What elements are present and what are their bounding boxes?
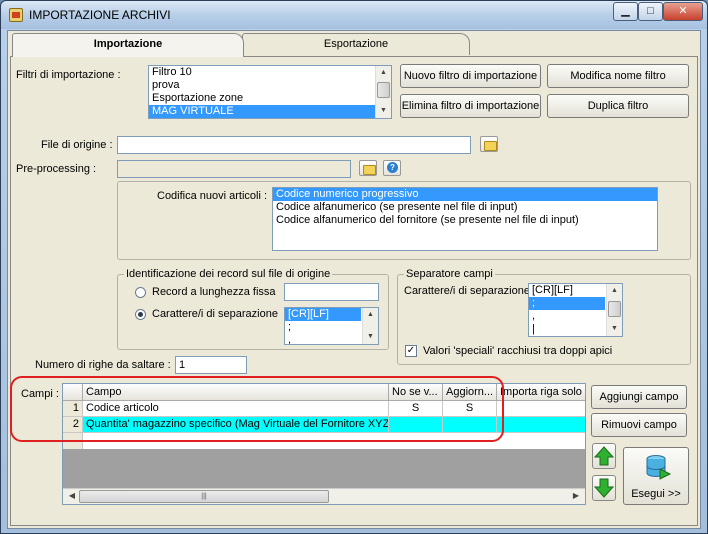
minimize-button[interactable]: ▁ [613, 2, 638, 21]
new-filter-button[interactable]: Nuovo filtro di importazione [400, 64, 541, 88]
cell-aggiorn[interactable] [443, 417, 497, 433]
fixed-length-input[interactable] [284, 283, 379, 301]
record-separator-scrollbar[interactable]: ▲ ▼ [362, 308, 378, 344]
minimize-icon: ▁ [621, 5, 630, 17]
cell-aggiorn[interactable]: S [443, 401, 497, 417]
encoding-list[interactable]: Codice numerico progressivo Codice alfan… [272, 187, 658, 251]
filter-item-selected[interactable]: MAG VIRTUALE [149, 105, 391, 118]
quoted-values-label: Valori 'speciali' racchiusi tra doppi ap… [423, 345, 613, 357]
encoding-item[interactable]: Codice alfanumerico del fornitore (se pr… [273, 214, 657, 227]
cell-no-se-v[interactable]: S [389, 401, 443, 417]
tab-esportazione[interactable]: Esportazione [242, 33, 470, 55]
delete-filter-button[interactable]: Elimina filtro di importazione [400, 94, 541, 118]
preprocessing-label: Pre-processing : [16, 163, 97, 175]
scroll-up-icon[interactable]: ▲ [376, 66, 391, 80]
grid-horizontal-scrollbar[interactable]: ◀ ||| ▶ [63, 488, 585, 504]
empty-row-header [63, 433, 83, 449]
fields-label: Campi : [21, 388, 59, 400]
skip-rows-input[interactable]: 1 [175, 356, 247, 374]
import-tab-page: Filtri di importazione : Filtro 10 prova… [10, 56, 698, 526]
separator-radio-label: Carattere/i di separazione [152, 308, 278, 320]
database-run-icon [646, 455, 672, 480]
close-icon: ✕ [678, 5, 688, 17]
field-separator-scrollbar[interactable]: ▲ ▼ [606, 284, 622, 336]
tab-importazione[interactable]: Importazione [12, 33, 244, 57]
field-separator-list[interactable]: [CR][LF] ; , | ▲ ▼ [528, 283, 623, 337]
help-icon[interactable]: ? [383, 160, 401, 176]
title-bar[interactable]: IMPORTAZIONE ARCHIVI ▁ □ ✕ [1, 1, 707, 29]
field-separator-title: Separatore campi [404, 268, 495, 280]
folder-icon[interactable] [359, 160, 377, 176]
app-window: IMPORTAZIONE ARCHIVI ▁ □ ✕ Importazione … [0, 0, 708, 534]
scroll-up-icon[interactable]: ▲ [607, 284, 622, 298]
separator-radio[interactable] [135, 309, 146, 320]
column-header-importa[interactable]: Importa riga solo s [497, 384, 585, 401]
filter-item[interactable]: Esportazione zone [149, 92, 391, 105]
filter-item[interactable]: prova [149, 79, 391, 92]
source-file-input[interactable] [117, 136, 471, 154]
filters-scrollbar[interactable]: ▲ ▼ [375, 66, 391, 118]
row-number: 2 [63, 417, 83, 433]
fields-grid[interactable]: Campo No se v... Aggiorn... Importa riga… [62, 383, 586, 505]
encoding-item-selected[interactable]: Codice numerico progressivo [273, 188, 657, 201]
quoted-values-checkbox[interactable]: ✓ [405, 345, 417, 357]
close-button[interactable]: ✕ [663, 2, 703, 21]
run-button[interactable]: Esegui >> [623, 447, 689, 505]
row-number: 1 [63, 401, 83, 417]
app-icon [9, 8, 23, 22]
record-separator-list[interactable]: [CR][LF] ; , ▲ ▼ [284, 307, 379, 345]
filters-label: Filtri di importazione : [16, 69, 121, 81]
scroll-right-icon[interactable]: ▶ [569, 489, 583, 503]
folder-icon[interactable] [480, 136, 498, 152]
column-header-campo[interactable]: Campo [83, 384, 389, 401]
field-separator-label: Carattere/i di separazione [404, 285, 530, 297]
move-down-button[interactable] [592, 475, 616, 501]
scroll-thumb[interactable]: ||| [79, 490, 329, 503]
scroll-up-icon[interactable]: ▲ [363, 308, 378, 322]
record-identification-title: Identificazione dei record sul file di o… [124, 268, 333, 280]
arrow-down-icon [593, 478, 615, 498]
maximize-button[interactable]: □ [638, 2, 663, 21]
scroll-thumb[interactable] [377, 82, 390, 98]
grid-corner [63, 384, 83, 401]
cell-campo[interactable]: Quantita' magazzino specifico (Mag Virtu… [83, 417, 389, 433]
scroll-left-icon[interactable]: ◀ [65, 489, 79, 503]
empty-row[interactable] [83, 433, 585, 449]
record-separator-item-selected[interactable]: [CR][LF] [285, 308, 361, 321]
cell-importa[interactable] [497, 401, 585, 417]
encoding-label: Codifica nuovi articoli : [157, 190, 268, 202]
move-up-button[interactable] [592, 443, 616, 469]
column-header-no-se-v[interactable]: No se v... [389, 384, 443, 401]
arrow-up-icon [593, 446, 615, 466]
maximize-icon: □ [647, 5, 654, 17]
filter-item[interactable]: Filtro 10 [149, 66, 391, 79]
window-title: IMPORTAZIONE ARCHIVI [29, 8, 171, 22]
duplicate-filter-button[interactable]: Duplica filtro [547, 94, 689, 118]
cell-no-se-v[interactable] [389, 417, 443, 433]
scroll-down-icon[interactable]: ▼ [363, 330, 378, 344]
scroll-thumb[interactable] [608, 301, 621, 317]
cell-importa[interactable] [497, 417, 585, 433]
field-separator-item-selected[interactable]: ; [529, 297, 605, 310]
preprocessing-input[interactable] [117, 160, 351, 178]
remove-field-button[interactable]: Rimuovi campo [591, 413, 687, 437]
client-area: Importazione Esportazione Filtri di impo… [7, 30, 701, 529]
column-header-aggiorn[interactable]: Aggiorn... [443, 384, 497, 401]
fixed-length-radio[interactable] [135, 287, 146, 298]
add-field-button[interactable]: Aggiungi campo [591, 385, 687, 409]
fixed-length-label: Record a lunghezza fissa [152, 286, 276, 298]
filters-list[interactable]: Filtro 10 prova Esportazione zone MAG VI… [148, 65, 392, 119]
encoding-item[interactable]: Codice alfanumerico (se presente nel fil… [273, 201, 657, 214]
cell-campo[interactable]: Codice articolo [83, 401, 389, 417]
source-file-label: File di origine : [41, 139, 113, 151]
scroll-down-icon[interactable]: ▼ [607, 322, 622, 336]
run-button-label: Esegui >> [631, 488, 681, 500]
rename-filter-button[interactable]: Modifica nome filtro [547, 64, 689, 88]
skip-rows-label: Numero di righe da saltare : [35, 359, 171, 371]
scroll-down-icon[interactable]: ▼ [376, 104, 391, 118]
